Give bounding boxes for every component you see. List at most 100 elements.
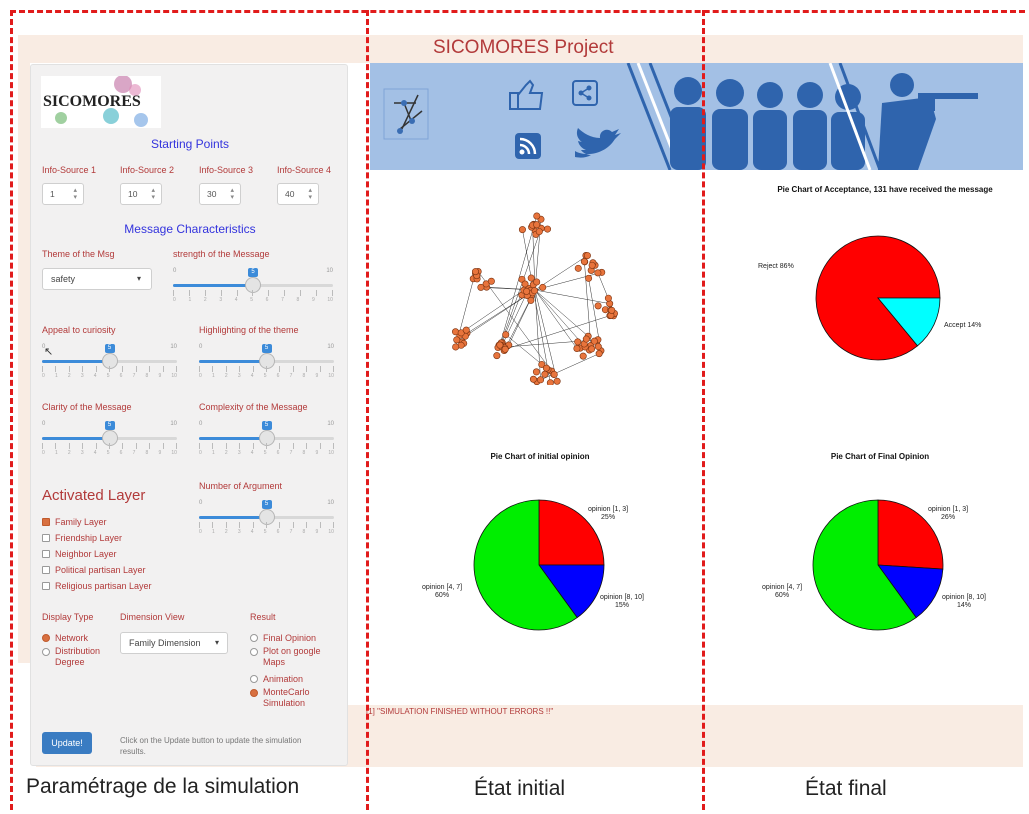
- network-node: [462, 326, 470, 334]
- layer-religious-checkbox[interactable]: Religious partisan Layer: [42, 578, 152, 594]
- result-animation-radio[interactable]: Animation: [250, 671, 330, 687]
- strength-slider[interactable]: 0 10 5 0 1 2 3 4 5 6 7 8 9 10: [173, 268, 333, 304]
- result-google-maps-radio[interactable]: Plot on google Maps: [250, 646, 330, 668]
- theme-select[interactable]: safety ▾: [42, 268, 152, 290]
- caption-setup: Paramétrage de la simulation: [26, 775, 300, 798]
- network-node: [582, 335, 590, 343]
- slider-min-label: 0: [199, 344, 203, 350]
- info-source-4-input[interactable]: 40 ▴ ▾: [277, 183, 319, 205]
- slider-tick-label: 5: [263, 450, 267, 456]
- dimension-view-select[interactable]: Family Dimension ▾: [120, 632, 228, 654]
- network-node: [477, 283, 485, 291]
- radio-icon[interactable]: [42, 648, 50, 656]
- info-source-2-input[interactable]: 10 ▴ ▾: [120, 183, 162, 205]
- network-node: [472, 268, 480, 276]
- result-montecarlo-radio[interactable]: MonteCarlo Simulation: [250, 687, 330, 709]
- radio-icon[interactable]: [250, 675, 258, 683]
- dimension-view-value: Family Dimension: [129, 638, 201, 648]
- slider-tick-label: 7: [132, 450, 136, 456]
- twitter-icon: [575, 128, 621, 158]
- highlighting-slider[interactable]: 0 10 5 0 1 2 3 4 5 6 7 8 9 10: [199, 344, 334, 380]
- layer-label: Family Layer: [55, 517, 107, 527]
- update-button[interactable]: Update!: [42, 732, 92, 754]
- network-node: [595, 350, 603, 358]
- slider-tick: [149, 366, 151, 372]
- slider-ticks: [199, 443, 334, 449]
- complexity-slider[interactable]: 0 10 5 0 1 2 3 4 5 6 7 8 9 10: [199, 421, 334, 457]
- layer-political-checkbox[interactable]: Political partisan Layer: [42, 562, 152, 578]
- spinner-icon[interactable]: ▴ ▾: [230, 187, 234, 201]
- display-distribution-radio[interactable]: Distribution Degree: [42, 646, 107, 668]
- checkbox-icon[interactable]: [42, 518, 50, 526]
- slider-tick: [55, 366, 57, 372]
- slider-tick: [319, 366, 321, 372]
- slider-tick-label: 6: [276, 373, 280, 379]
- slider-value-bubble: 5: [104, 421, 115, 430]
- slider-tick: [239, 443, 241, 449]
- arguments-slider[interactable]: 0 10 5 0 1 2 3 4 5 6 7 8 9 10: [199, 500, 334, 536]
- radio-icon[interactable]: [250, 634, 258, 642]
- pie-label-reject: Reject 86%: [758, 263, 794, 270]
- spinner-icon[interactable]: ▴ ▾: [151, 187, 155, 201]
- layer-family-checkbox[interactable]: Family Layer: [42, 514, 152, 530]
- checkbox-icon[interactable]: [42, 582, 50, 590]
- slider-tick-labels: 0 1 2 3 4 5 6 7 8 9 10: [199, 373, 334, 379]
- slider-tick-label: 10: [328, 373, 334, 379]
- network-node: [546, 379, 554, 385]
- slider-min-label: 0: [199, 500, 203, 506]
- slider-tick: [332, 522, 334, 528]
- radio-icon[interactable]: [42, 634, 50, 642]
- spinner-icon[interactable]: ▴ ▾: [73, 187, 77, 201]
- screenshot-root: SICOMORES Project SICOMORES Starting Poi…: [0, 0, 1029, 814]
- slider-label: Number of Argument: [199, 481, 283, 491]
- layer-label: Neighbor Layer: [55, 549, 117, 559]
- slider-tick: [173, 290, 174, 296]
- slider-max-label: 10: [327, 421, 334, 427]
- pie-label-opinion-4-7: opinion [4, 7] 60%: [762, 584, 803, 599]
- slider-tick-label: 4: [93, 373, 97, 379]
- slider-label: Highlighting of the theme: [199, 325, 299, 335]
- slider-tick: [68, 443, 70, 449]
- pie-label-opinion-8-10: opinion [8, 10] 14%: [942, 594, 986, 609]
- slider-tick-labels: 0 1 2 3 4 5 6 7 8 9 10: [199, 529, 334, 535]
- info-source-3-label: Info-Source 3: [199, 165, 254, 175]
- slider-tick-label: 2: [67, 450, 71, 456]
- radio-icon[interactable]: [250, 648, 258, 656]
- slider-tick-label: 3: [219, 297, 223, 303]
- layer-friendship-checkbox[interactable]: Friendship Layer: [42, 530, 152, 546]
- network-node: [535, 228, 543, 236]
- slider-tick-label: 4: [250, 529, 254, 535]
- radio-icon[interactable]: [250, 689, 258, 697]
- network-node: [533, 221, 541, 229]
- network-graph[interactable]: [440, 205, 630, 385]
- slider-tick: [316, 290, 318, 296]
- checkbox-icon[interactable]: [42, 566, 50, 574]
- slider-tick-labels: 0 1 2 3 4 5 6 7 8 9 10: [42, 450, 177, 456]
- checkbox-icon[interactable]: [42, 534, 50, 542]
- slider-tick: [279, 443, 281, 449]
- layer-neighbor-checkbox[interactable]: Neighbor Layer: [42, 546, 152, 562]
- starting-points-heading: Starting Points: [150, 137, 230, 151]
- checkbox-icon[interactable]: [42, 550, 50, 558]
- slider-tick: [225, 443, 227, 449]
- info-source-2-label: Info-Source 2: [120, 165, 175, 175]
- slider-tick: [268, 290, 270, 296]
- slider-tick: [239, 366, 241, 372]
- spinner-icon[interactable]: ▴ ▾: [308, 187, 312, 201]
- slider-tick: [319, 443, 321, 449]
- slider-tick: [252, 290, 254, 296]
- network-node: [594, 302, 602, 310]
- slider-tick-label: 2: [224, 450, 228, 456]
- slider-fill: [42, 360, 110, 363]
- display-network-radio[interactable]: Network: [42, 630, 107, 646]
- info-source-3-input[interactable]: 30 ▴ ▾: [199, 183, 241, 205]
- result-final-opinion-radio[interactable]: Final Opinion: [250, 630, 330, 646]
- slider-tick: [331, 290, 333, 296]
- network-node: [574, 338, 582, 346]
- slider-tick: [162, 366, 164, 372]
- curiosity-slider[interactable]: 0 10 5 0 1 2 3 4 5 6 7 8 9 10: [42, 344, 177, 380]
- info-source-1-input[interactable]: 1 ▴ ▾: [42, 183, 84, 205]
- slider-tick: [199, 366, 200, 372]
- result-radios: Final Opinion Plot on google Maps Animat…: [250, 630, 330, 709]
- clarity-slider[interactable]: 0 10 5 0 1 2 3 4 5 6 7 8 9 10: [42, 421, 177, 457]
